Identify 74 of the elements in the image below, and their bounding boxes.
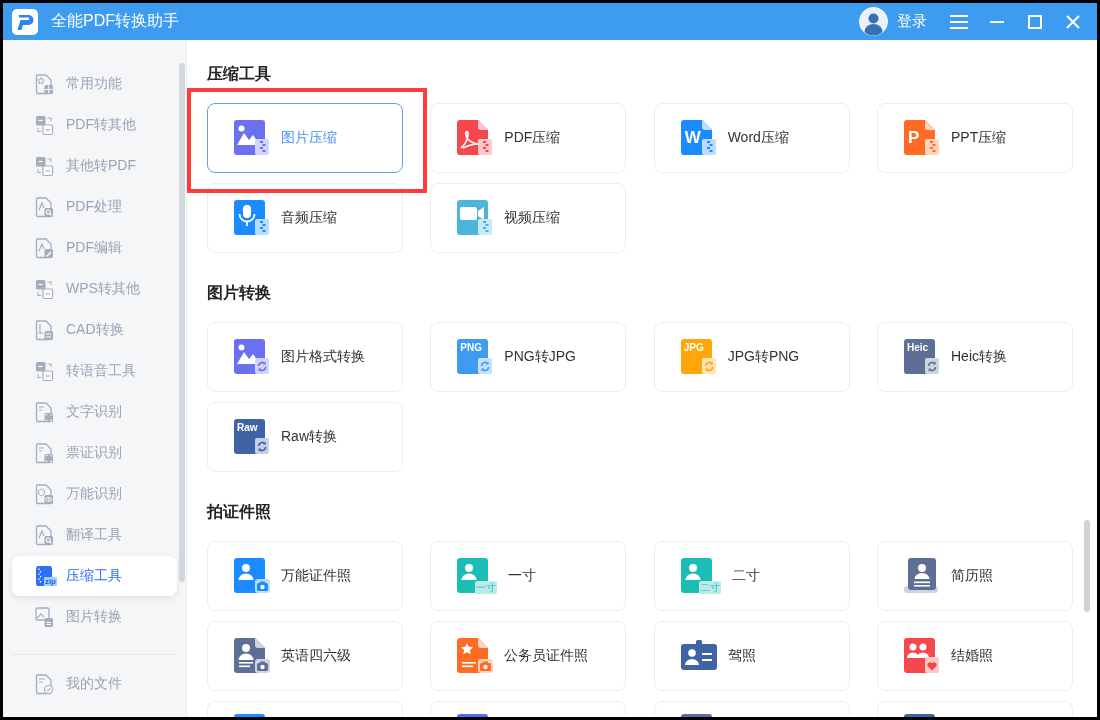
document-camera-icon bbox=[234, 638, 270, 674]
scrollbar-thumb[interactable] bbox=[1084, 520, 1090, 612]
icon-label: JPG bbox=[683, 342, 704, 353]
tool-card[interactable]: 公务员证件照 bbox=[430, 621, 627, 691]
tool-card[interactable]: 简历照 bbox=[877, 541, 1073, 611]
tool-card[interactable] bbox=[430, 701, 627, 717]
tool-card[interactable]: 音频压缩 bbox=[207, 183, 403, 253]
star-grid-icon bbox=[35, 73, 54, 95]
tool-card[interactable]: PDF压缩 bbox=[430, 103, 627, 173]
document-zip-icon bbox=[904, 120, 940, 156]
file-convert-icon bbox=[904, 339, 940, 375]
icon-label: PNG bbox=[460, 342, 482, 353]
video-camera-zip-icon bbox=[457, 200, 494, 236]
tool-card[interactable]: 万能证件照 bbox=[207, 541, 403, 611]
tool-card[interactable]: 结婚照 bbox=[877, 621, 1073, 691]
document-star-icon bbox=[457, 638, 494, 674]
zip-file-icon bbox=[35, 565, 54, 587]
maximize-icon[interactable] bbox=[1028, 14, 1042, 29]
image-convert-icon bbox=[234, 339, 270, 375]
file-convert-icon bbox=[457, 339, 494, 375]
section-title: 拍证件照 bbox=[207, 502, 272, 522]
tool-card[interactable]: 驾照 bbox=[653, 621, 850, 691]
document-scan-icon bbox=[35, 401, 54, 423]
convert-icon bbox=[35, 360, 54, 382]
image-zip-icon bbox=[234, 120, 270, 156]
icon-label: P bbox=[908, 129, 920, 146]
image-convert-icon bbox=[35, 606, 54, 628]
document-convert-icon bbox=[35, 319, 54, 341]
convert-icon bbox=[35, 155, 54, 177]
sidebar-item[interactable]: zip 压缩工具 bbox=[12, 556, 177, 596]
tool-card[interactable]: PNG PNG转JPG bbox=[430, 322, 627, 392]
document-zip-icon bbox=[680, 120, 717, 156]
tool-card[interactable]: 二寸 二寸 bbox=[653, 541, 850, 611]
tool-card[interactable]: Raw Raw转换 bbox=[207, 402, 403, 472]
menu-icon[interactable] bbox=[950, 13, 968, 30]
section-title: 压缩工具 bbox=[207, 64, 272, 84]
file-convert-icon bbox=[680, 339, 717, 375]
window-title: 全能PDF转换助手 bbox=[51, 11, 180, 31]
couple-heart-icon bbox=[904, 638, 940, 674]
resume-icon bbox=[904, 558, 940, 594]
pdf-zip-icon bbox=[457, 120, 494, 156]
tool-card[interactable]: 视频压缩 bbox=[430, 183, 627, 253]
icon-label: 二寸 bbox=[698, 581, 721, 594]
tool-card[interactable]: 图片格式转换 bbox=[207, 322, 403, 392]
tool-card[interactable]: W Word压缩 bbox=[653, 103, 850, 173]
icon-label: Heic bbox=[907, 342, 929, 353]
scrollbar-thumb[interactable] bbox=[179, 63, 185, 582]
icon-label: W bbox=[684, 129, 701, 146]
tool-card[interactable]: 一寸 一寸 bbox=[430, 541, 627, 611]
document-eye-icon bbox=[35, 483, 54, 505]
document-check-icon bbox=[35, 673, 54, 695]
app-logo-icon bbox=[12, 8, 38, 35]
icon-label: Raw bbox=[237, 422, 258, 433]
person-camera-icon bbox=[234, 558, 270, 594]
document-pen-icon bbox=[35, 237, 54, 259]
convert-icon bbox=[35, 114, 54, 136]
section-title: 图片转换 bbox=[207, 283, 272, 303]
convert-icon bbox=[35, 278, 54, 300]
tool-card[interactable]: Heic Heic转换 bbox=[877, 322, 1073, 392]
tool-card[interactable]: 英语四六级 bbox=[207, 621, 403, 691]
tool-card[interactable] bbox=[653, 701, 850, 717]
avatar-icon[interactable] bbox=[859, 7, 888, 36]
tool-card[interactable] bbox=[877, 701, 1073, 717]
microphone-zip-icon bbox=[234, 200, 270, 236]
document-search-icon bbox=[35, 524, 54, 546]
tool-card[interactable]: JPG JPG转PNG bbox=[653, 322, 850, 392]
tool-card[interactable]: P PPT压缩 bbox=[877, 103, 1073, 173]
file-convert-icon bbox=[234, 419, 270, 455]
tool-card[interactable] bbox=[207, 701, 403, 717]
icon-label: 一寸 bbox=[475, 581, 498, 594]
document-scan-icon bbox=[35, 442, 54, 464]
icon-label: zip bbox=[43, 576, 57, 586]
close-icon[interactable] bbox=[1066, 14, 1080, 29]
document-search-icon bbox=[35, 196, 54, 218]
